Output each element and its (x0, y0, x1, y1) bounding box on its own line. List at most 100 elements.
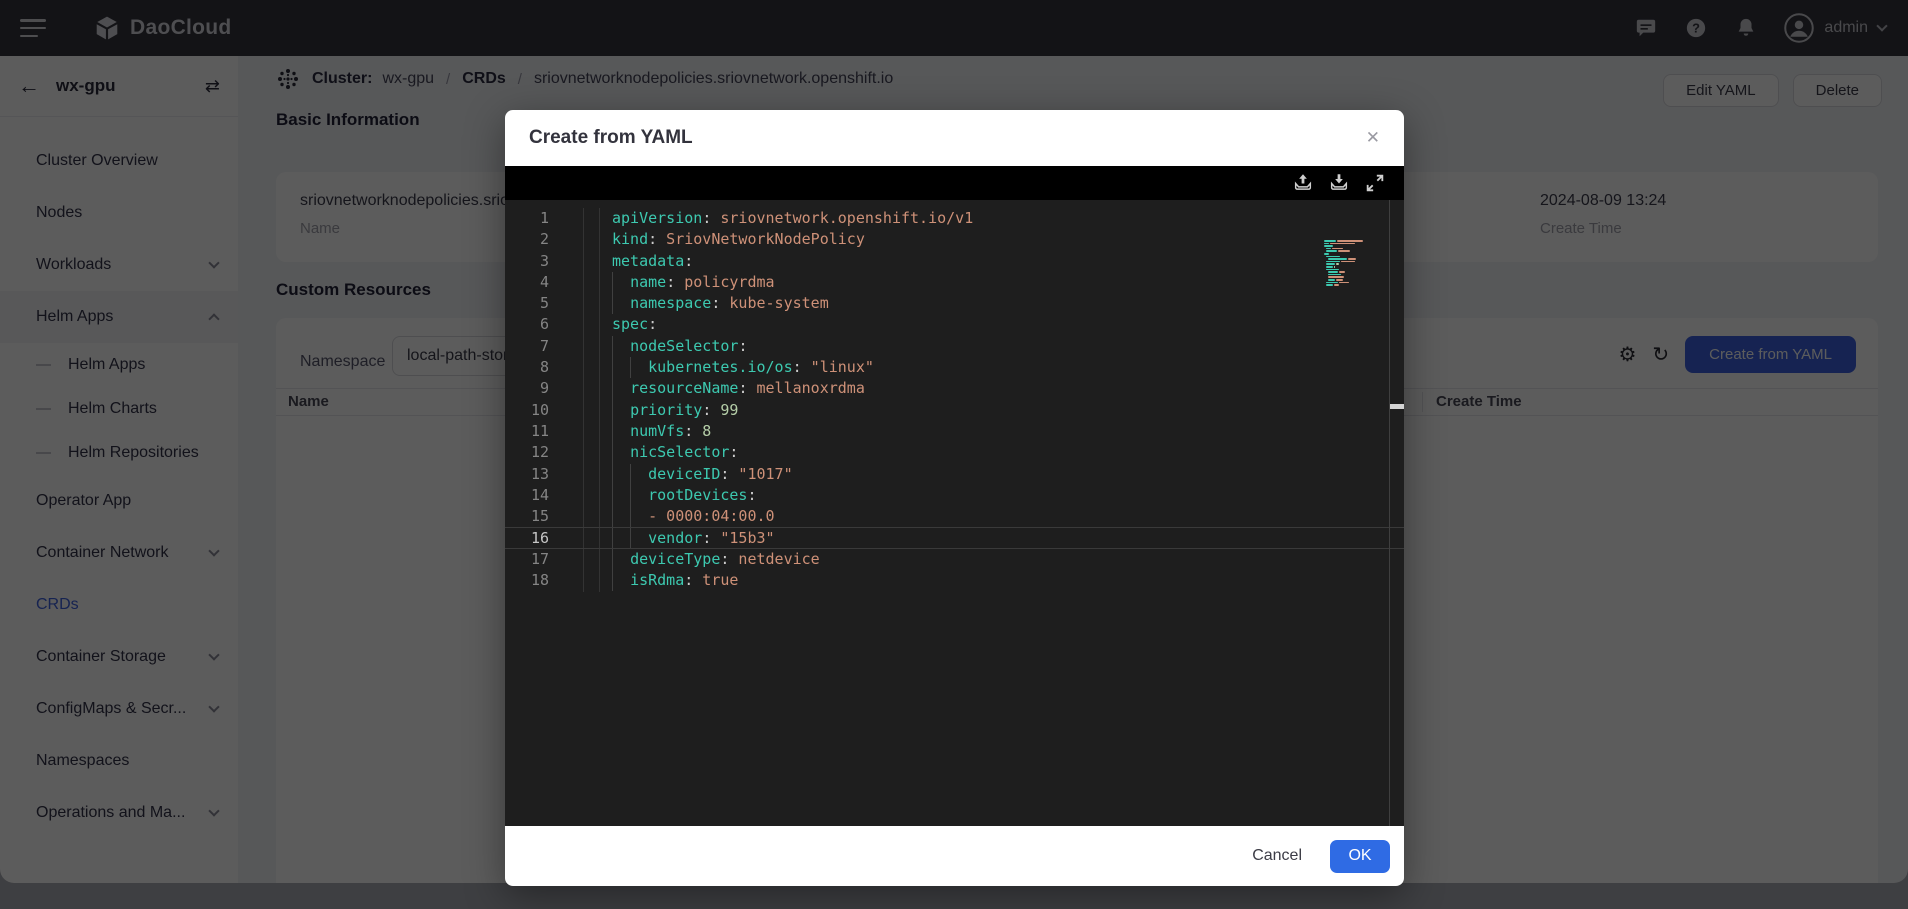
minimap-row (1324, 245, 1380, 247)
minimap-bar (1339, 282, 1349, 284)
line-content: deviceType: netdevice (612, 549, 820, 570)
cancel-button[interactable]: Cancel (1252, 847, 1302, 865)
screen: DaoCloud ? (0, 0, 1908, 909)
minimap-bar (1336, 263, 1338, 265)
minimap-bar (1330, 243, 1355, 245)
minimap-bar (1328, 271, 1337, 273)
yaml-line-11[interactable]: 11 numVfs: 8 (505, 421, 1404, 442)
yaml-line-9[interactable]: 9 resourceName: mellanoxrdma (505, 378, 1404, 399)
minimap-row (1326, 248, 1380, 250)
line-content: nicSelector: (612, 442, 738, 463)
minimap-bar (1328, 276, 1344, 278)
minimap-bar (1332, 248, 1344, 250)
minimap-row (1328, 271, 1380, 273)
minimap-bar (1334, 266, 1335, 268)
line-content: - 0000:04:00.0 (612, 506, 775, 527)
minimap-row (1324, 253, 1380, 255)
yaml-line-13[interactable]: 13 deviceID: "1017" (505, 464, 1404, 485)
minimap-bar (1324, 253, 1329, 255)
yaml-line-5[interactable]: 5 namespace: kube-system (505, 293, 1404, 314)
editor-toolbar (505, 166, 1404, 200)
modal-footer: Cancel OK (505, 826, 1404, 886)
yaml-line-7[interactable]: 7 nodeSelector: (505, 336, 1404, 357)
minimap-bar (1328, 279, 1335, 281)
line-number: 9 (505, 378, 549, 399)
minimap-bar (1328, 274, 1341, 276)
close-icon[interactable]: ✕ (1366, 128, 1380, 148)
yaml-line-2[interactable]: 2kind: SriovNetworkNodePolicy (505, 229, 1404, 250)
line-content: resourceName: mellanoxrdma (612, 378, 865, 399)
minimap-bar (1326, 248, 1331, 250)
line-content: kind: SriovNetworkNodePolicy (612, 229, 865, 250)
minimap-bar (1324, 243, 1329, 245)
line-number: 7 (505, 336, 549, 357)
minimap-bar (1326, 263, 1335, 265)
line-content: vendor: "15b3" (612, 528, 775, 549)
minimap[interactable] (1324, 240, 1380, 287)
minimap-row (1326, 284, 1380, 286)
minimap-row (1326, 261, 1380, 263)
minimap-bar (1337, 240, 1363, 242)
minimap-row (1328, 276, 1380, 278)
yaml-line-17[interactable]: 17 deviceType: netdevice (505, 549, 1404, 570)
minimap-bar (1328, 258, 1346, 260)
code-lines: 1apiVersion: sriovnetwork.openshift.io/v… (505, 208, 1404, 591)
line-content: namespace: kube-system (612, 293, 829, 314)
line-number: 11 (505, 421, 549, 442)
yaml-line-6[interactable]: 6spec: (505, 314, 1404, 335)
minimap-bar (1341, 261, 1355, 263)
line-content: deviceID: "1017" (612, 464, 793, 485)
line-number: 17 (505, 549, 549, 570)
minimap-row (1326, 256, 1380, 258)
line-number: 3 (505, 251, 549, 272)
modal-header: Create from YAML ✕ (505, 110, 1404, 166)
line-content: kubernetes.io/os: "linux" (612, 357, 874, 378)
line-number: 4 (505, 272, 549, 293)
download-icon[interactable] (1328, 172, 1350, 194)
minimap-bar (1326, 266, 1333, 268)
line-number: 8 (505, 357, 549, 378)
yaml-editor[interactable]: 1apiVersion: sriovnetwork.openshift.io/v… (505, 166, 1404, 826)
minimap-bar (1334, 284, 1339, 286)
minimap-row (1328, 274, 1380, 276)
yaml-line-15[interactable]: 15 - 0000:04:00.0 (505, 506, 1404, 527)
line-content: rootDevices: (612, 485, 757, 506)
minimap-bar (1324, 245, 1333, 247)
minimap-row (1324, 243, 1380, 245)
yaml-line-10[interactable]: 10 priority: 99 (505, 400, 1404, 421)
create-from-yaml-modal: Create from YAML ✕ (505, 110, 1404, 886)
minimap-row (1328, 279, 1380, 281)
line-content: name: policyrdma (612, 272, 775, 293)
line-number: 14 (505, 485, 549, 506)
minimap-row (1326, 269, 1380, 271)
fullscreen-icon[interactable] (1364, 172, 1386, 194)
yaml-line-8[interactable]: 8 kubernetes.io/os: "linux" (505, 357, 1404, 378)
line-content: numVfs: 8 (612, 421, 711, 442)
yaml-line-14[interactable]: 14 rootDevices: (505, 485, 1404, 506)
line-content: nodeSelector: (612, 336, 747, 357)
minimap-bar (1326, 250, 1336, 252)
minimap-bar (1338, 250, 1351, 252)
line-number: 15 (505, 506, 549, 527)
yaml-line-3[interactable]: 3 metadata: (505, 251, 1404, 272)
line-number: 5 (505, 293, 549, 314)
yaml-line-12[interactable]: 12 nicSelector: (505, 442, 1404, 463)
overview-ruler (1389, 200, 1390, 826)
minimap-row (1326, 250, 1380, 252)
upload-icon[interactable] (1292, 172, 1314, 194)
yaml-line-4[interactable]: 4 name: policyrdma (505, 272, 1404, 293)
yaml-line-1[interactable]: 1apiVersion: sriovnetwork.openshift.io/v… (505, 208, 1404, 229)
yaml-line-16[interactable]: 16 vendor: "15b3" (505, 527, 1404, 548)
line-content: metadata: (612, 251, 693, 272)
minimap-row (1326, 282, 1380, 284)
cursor-position-marker (1390, 404, 1404, 409)
line-number: 6 (505, 314, 549, 335)
minimap-bar (1326, 284, 1333, 286)
line-number: 1 (505, 208, 549, 229)
editor-content[interactable]: 1apiVersion: sriovnetwork.openshift.io/v… (505, 200, 1404, 591)
yaml-line-18[interactable]: 18 isRdma: true (505, 570, 1404, 591)
minimap-bar (1336, 279, 1343, 281)
minimap-bar (1326, 282, 1338, 284)
ok-button[interactable]: OK (1330, 840, 1390, 873)
minimap-bar (1326, 269, 1339, 271)
